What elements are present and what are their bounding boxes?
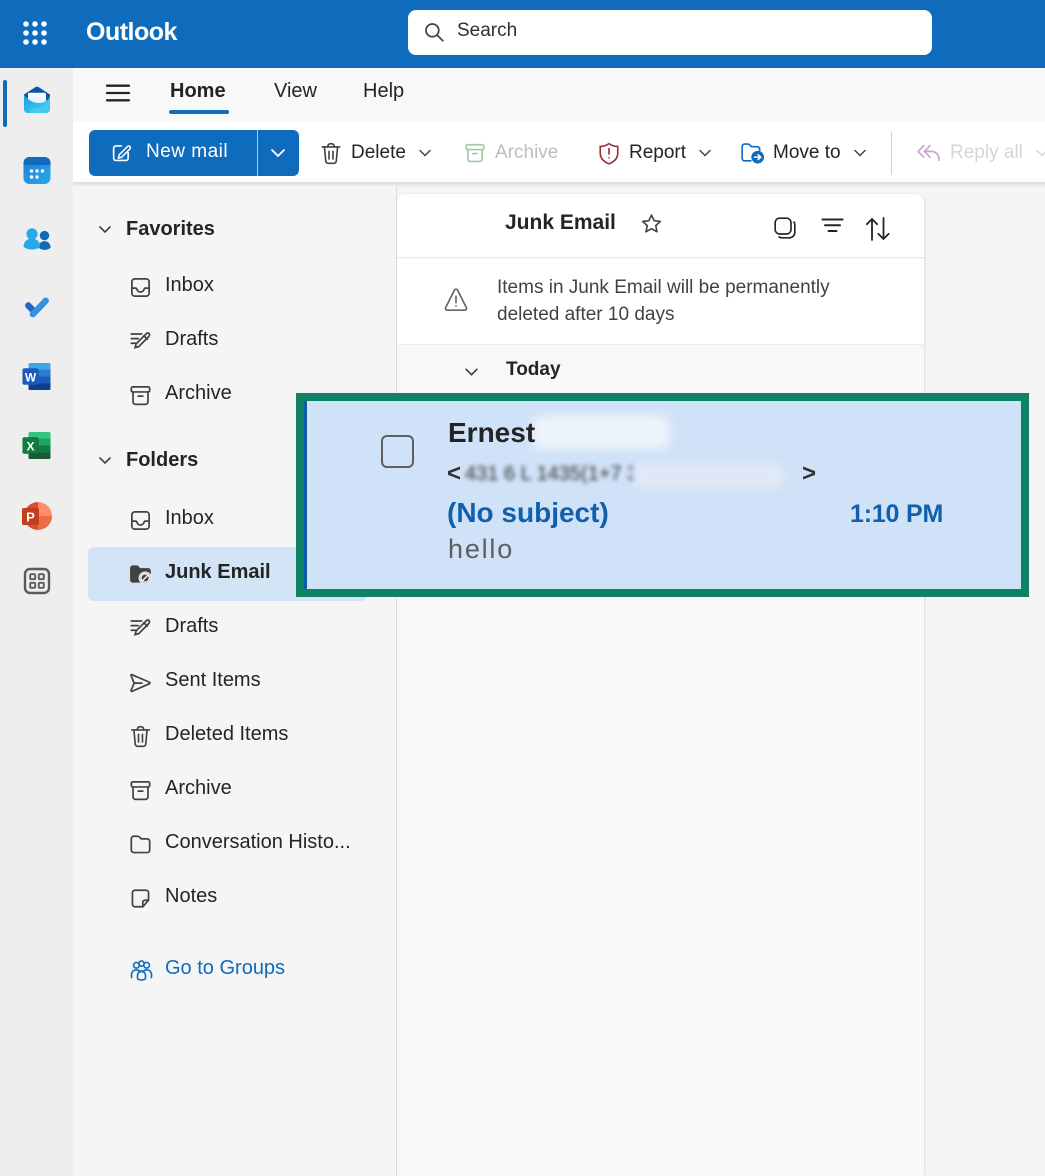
svg-text:W: W	[24, 371, 36, 385]
svg-text:X: X	[26, 440, 34, 454]
svg-text:P: P	[26, 510, 35, 525]
